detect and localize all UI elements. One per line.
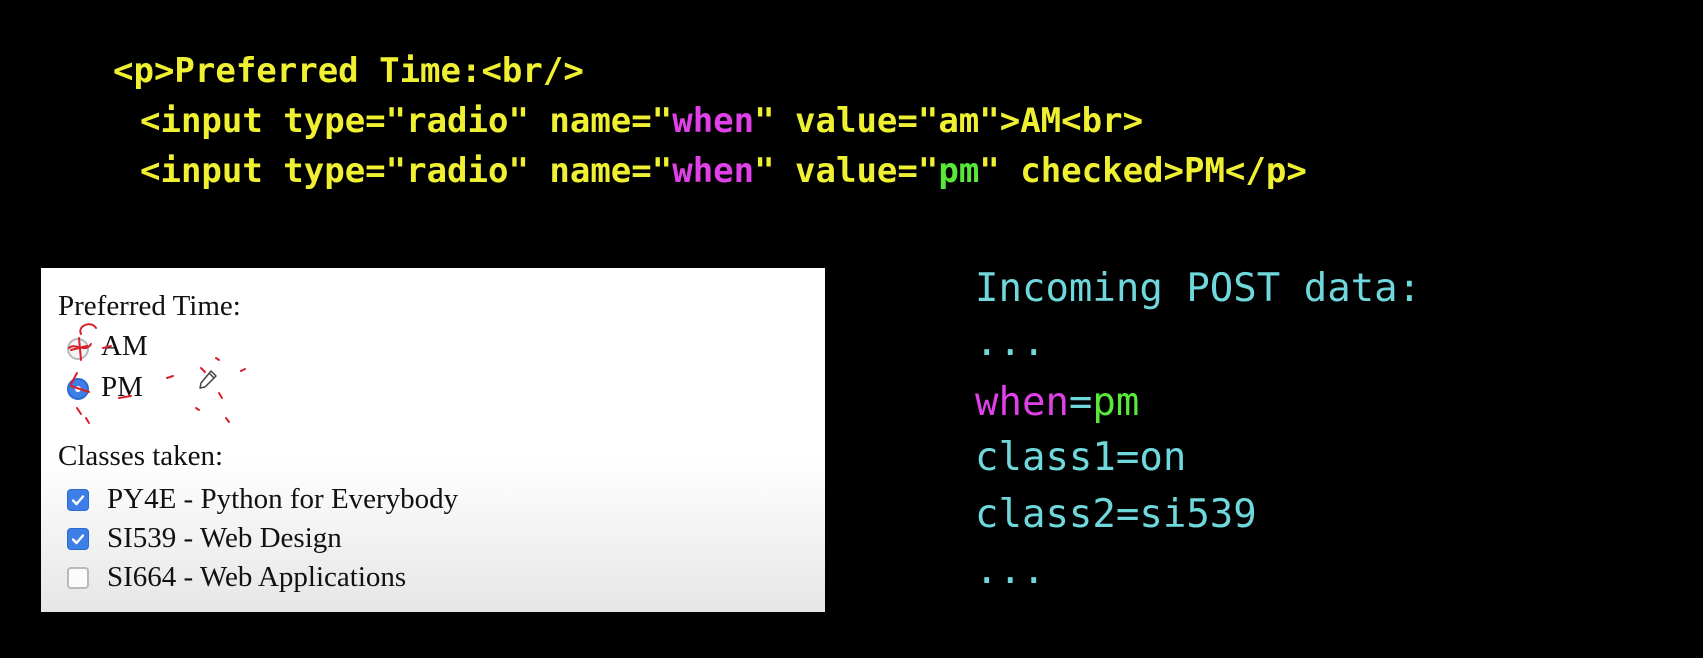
html-code-listing: <p>Preferred Time:<br/> <input type="rad… bbox=[0, 40, 1703, 240]
code-line-radio-pm: <input type="radio" name="when" value="p… bbox=[140, 146, 1307, 196]
post-line-class2: class2=si539 bbox=[975, 492, 1257, 537]
checkbox-checked[interactable] bbox=[67, 528, 89, 550]
classes-taken-label: Classes taken: bbox=[58, 440, 224, 472]
code-line-radio-am: <input type="radio" name="when" value="a… bbox=[140, 96, 1143, 146]
post-line-class1: class1=on bbox=[975, 435, 1187, 480]
radio-am[interactable] bbox=[67, 338, 89, 360]
code-value-highlight: pm bbox=[938, 151, 980, 191]
code-text: <input type="radio" name=" bbox=[140, 101, 673, 141]
post-when-equals: = bbox=[1068, 380, 1093, 425]
post-ellipsis-top: ... bbox=[975, 320, 1046, 365]
pencil-cursor-icon bbox=[198, 368, 218, 401]
radio-am-label: AM bbox=[101, 330, 148, 362]
check-icon bbox=[71, 495, 85, 506]
code-line-p-open: <p>Preferred Time:<br/> bbox=[113, 46, 584, 96]
radio-pm-label: PM bbox=[101, 371, 143, 403]
post-data-title: Incoming POST data: bbox=[975, 266, 1422, 311]
rendered-form-panel: Preferred Time: AM PM Classes taken: PY4… bbox=[41, 268, 825, 612]
code-text: " value=" bbox=[754, 151, 939, 191]
checkbox-unchecked[interactable] bbox=[67, 567, 89, 589]
post-when-value: pm bbox=[1092, 380, 1140, 425]
post-when-key: when bbox=[975, 380, 1069, 425]
check-icon bbox=[71, 534, 85, 545]
checkbox-checked[interactable] bbox=[67, 489, 89, 511]
class-option-label: SI664 - Web Applications bbox=[107, 561, 407, 593]
code-name-highlight: when bbox=[672, 101, 755, 141]
class-option-label: PY4E - Python for Everybody bbox=[107, 483, 459, 515]
radio-pm[interactable] bbox=[67, 378, 89, 400]
class-option-label: SI539 - Web Design bbox=[107, 522, 342, 554]
preferred-time-label: Preferred Time: bbox=[58, 290, 241, 322]
code-name-highlight: when bbox=[672, 151, 755, 191]
post-ellipsis-bottom: ... bbox=[975, 548, 1046, 593]
post-line-when: when=pm bbox=[975, 380, 1139, 425]
code-text: " value="am">AM<br> bbox=[754, 101, 1144, 141]
code-text: <input type="radio" name=" bbox=[140, 151, 673, 191]
code-text: " checked>PM</p> bbox=[979, 151, 1307, 191]
code-text: <p>Preferred Time:<br/> bbox=[113, 51, 584, 91]
